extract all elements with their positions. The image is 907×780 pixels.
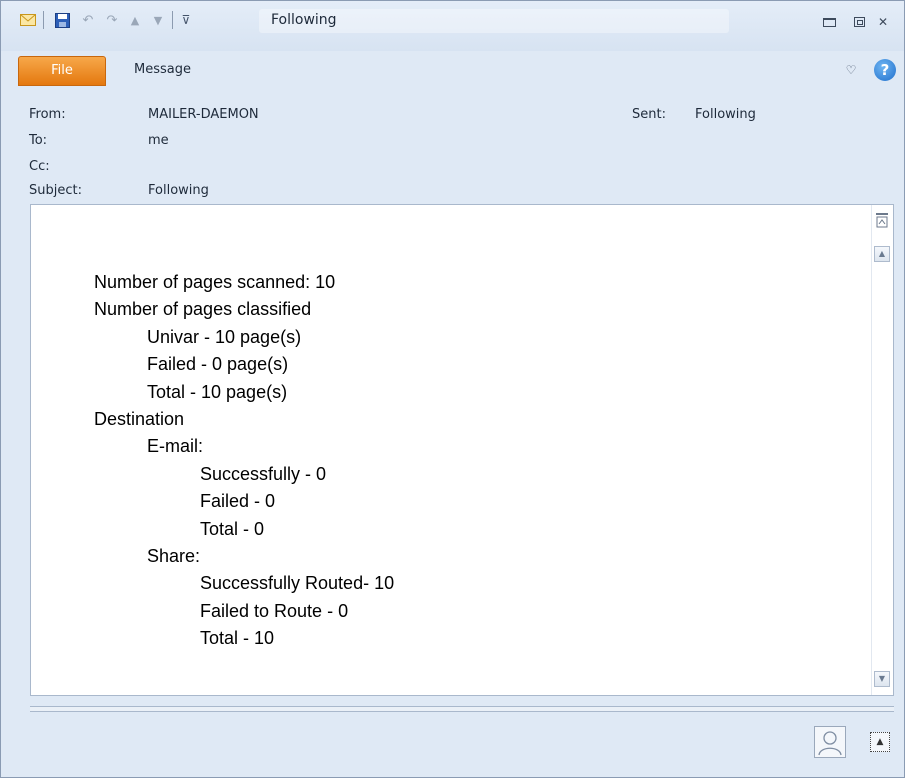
cc-label: Cc: — [29, 159, 50, 174]
window-title: Following — [259, 9, 729, 33]
help-icon: ? — [880, 61, 890, 79]
up-arrow-icon[interactable]: ▲ — [126, 11, 144, 29]
chevron-down-icon: ♡ — [845, 63, 857, 77]
tab-message[interactable]: Message — [134, 62, 191, 77]
body-line: Share: — [147, 545, 201, 566]
avatar[interactable] — [814, 726, 846, 758]
save-icon[interactable] — [53, 11, 71, 29]
body-line: Number of pages classified — [94, 299, 312, 320]
expand-people-pane-button[interactable]: ▲ — [870, 732, 890, 752]
to-value[interactable]: me — [148, 133, 169, 148]
maximize-icon — [853, 17, 865, 27]
body-line: Total - 10 — [200, 628, 275, 649]
sent-value: Following — [695, 107, 756, 122]
close-button[interactable]: ✕ — [872, 13, 894, 31]
title-bar[interactable]: ↶ ↷ ▲ ▼ ⊽ Following ✕ — [1, 1, 904, 51]
scroll-up-icon: ▲ — [878, 249, 886, 258]
help-button[interactable]: ? — [874, 59, 896, 81]
undo-icon[interactable]: ↶ — [79, 11, 97, 29]
mail-icon[interactable] — [19, 11, 37, 29]
from-label: From: — [29, 107, 66, 122]
body-line: Total - 0 — [200, 518, 265, 539]
customize-dropdown-icon[interactable]: ⊽ — [177, 11, 195, 29]
tab-file[interactable]: File — [18, 56, 106, 86]
body-line: E-mail: — [147, 436, 204, 457]
sent-label: Sent: — [632, 107, 666, 122]
scroll-up-button[interactable]: ▲ — [874, 246, 890, 262]
redo-icon[interactable]: ↷ — [103, 11, 121, 29]
down-arrow-icon[interactable]: ▼ — [149, 11, 167, 29]
rights-icon[interactable] — [874, 212, 890, 232]
close-icon: ✕ — [877, 15, 889, 29]
subject-label: Subject: — [29, 183, 82, 198]
message-window: ↶ ↷ ▲ ▼ ⊽ Following ✕ File Message ♡ ? F… — [0, 0, 905, 778]
pane-splitter[interactable] — [30, 706, 894, 712]
message-body[interactable]: Number of pages scanned: 10 Number of pag… — [30, 204, 894, 696]
body-line: Univar - 10 page(s) — [147, 326, 302, 347]
people-pane: ▲ — [1, 713, 904, 777]
scroll-down-icon: ▼ — [878, 674, 886, 683]
body-line: Successfully - 0 — [200, 463, 327, 484]
vertical-scrollbar[interactable]: ▲ ▼ — [871, 205, 893, 695]
minimize-icon — [822, 17, 836, 27]
scroll-down-button[interactable]: ▼ — [874, 671, 890, 687]
message-header: From: MAILER-DAEMON To: me Cc: Subject: … — [20, 91, 904, 203]
body-line: Destination — [94, 408, 185, 429]
body-line: Failed - 0 page(s) — [147, 354, 289, 375]
qat-separator — [43, 11, 44, 29]
chevron-up-icon: ▲ — [876, 737, 884, 747]
body-line: Failed to Route - 0 — [200, 600, 349, 621]
maximize-button[interactable] — [848, 13, 870, 31]
to-label: To: — [29, 133, 48, 148]
from-value[interactable]: MAILER-DAEMON — [148, 107, 259, 122]
person-icon — [818, 731, 842, 756]
qat-separator — [172, 11, 173, 29]
subject-value: Following — [148, 183, 209, 198]
minimize-ribbon-button[interactable]: ♡ — [842, 61, 860, 79]
message-body-text: Number of pages scanned: 10 Number of pag… — [94, 269, 854, 652]
body-line: Total - 10 page(s) — [147, 381, 288, 402]
body-line: Number of pages scanned: 10 — [94, 272, 336, 292]
ribbon-tabs: File Message ♡ ? — [1, 56, 904, 86]
minimize-button[interactable] — [818, 13, 840, 31]
body-line: Failed - 0 — [200, 491, 276, 512]
body-line: Successfully Routed- 10 — [200, 573, 395, 594]
